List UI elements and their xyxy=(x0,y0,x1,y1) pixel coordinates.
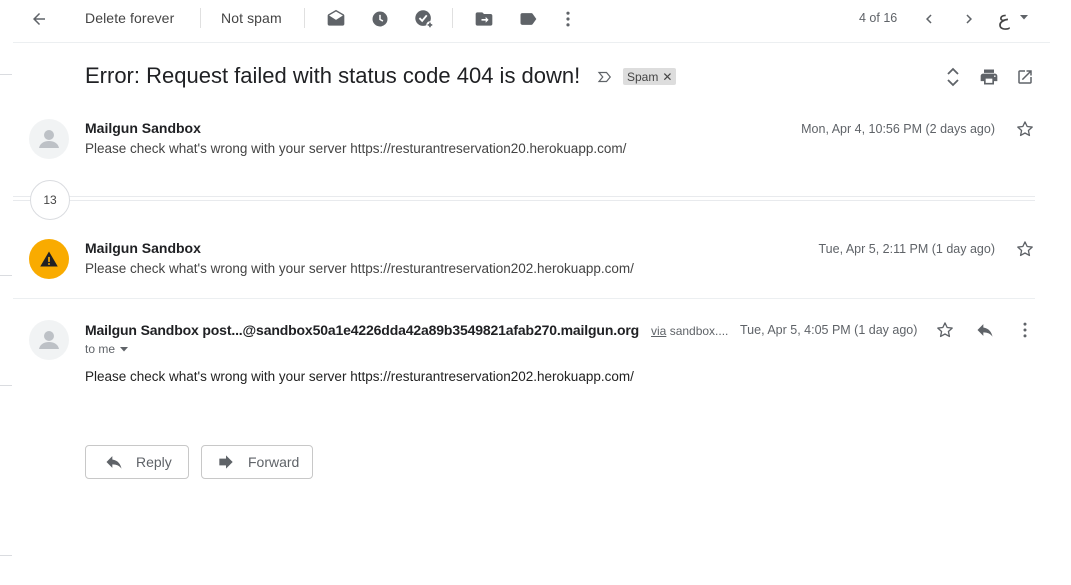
expand-all-icon[interactable] xyxy=(941,65,965,89)
back-arrow-icon[interactable] xyxy=(27,7,51,31)
forward-button-label: Forward xyxy=(248,454,300,470)
via-link[interactable]: via xyxy=(651,324,666,338)
label-icon[interactable] xyxy=(516,7,540,31)
show-details-caret-icon xyxy=(120,347,129,352)
warning-icon xyxy=(40,251,58,267)
recipient-details[interactable]: to me xyxy=(85,342,129,356)
message-snippet: Please check what's wrong with your serv… xyxy=(85,141,627,156)
snooze-clock-icon[interactable] xyxy=(368,7,392,31)
message-date: Mon, Apr 4, 10:56 PM (2 days ago) xyxy=(801,122,995,136)
reply-button-label: Reply xyxy=(136,454,172,470)
message-body: Please check what's wrong with your serv… xyxy=(85,369,634,384)
print-icon[interactable] xyxy=(977,65,1001,89)
star-icon[interactable] xyxy=(933,318,957,342)
toolbar-divider xyxy=(452,8,453,28)
recipient-text: to me xyxy=(85,342,116,356)
collapsed-messages-count[interactable]: 13 xyxy=(30,180,70,220)
more-vert-icon[interactable] xyxy=(1013,318,1037,342)
delete-forever-button[interactable]: Delete forever xyxy=(85,10,174,26)
reply-icon xyxy=(106,456,122,469)
toolbar-divider xyxy=(200,8,201,28)
message-date: Tue, Apr 5, 4:05 PM (1 day ago) xyxy=(740,323,918,337)
forward-button[interactable]: Forward xyxy=(201,445,313,479)
default-avatar-icon xyxy=(39,130,59,148)
message-divider-line xyxy=(13,298,1035,299)
forward-icon xyxy=(219,455,233,469)
add-task-icon[interactable] xyxy=(412,7,436,31)
star-icon[interactable] xyxy=(1013,117,1037,141)
message-snippet: Please check what's wrong with your serv… xyxy=(85,261,634,276)
importance-marker-icon[interactable] xyxy=(594,66,616,88)
more-vert-icon[interactable] xyxy=(556,7,580,31)
via-domain: sandbox.... xyxy=(669,324,729,338)
avatar xyxy=(29,119,69,159)
reply-icon[interactable] xyxy=(973,318,997,342)
left-edge-mark xyxy=(0,555,12,556)
reply-button[interactable]: Reply xyxy=(85,445,189,479)
warning-avatar xyxy=(29,239,69,279)
star-icon[interactable] xyxy=(1013,237,1037,261)
thread-subject: Error: Request failed with status code 4… xyxy=(85,63,581,88)
message-date: Tue, Apr 5, 2:11 PM (1 day ago) xyxy=(818,242,995,256)
mark-unread-icon[interactable] xyxy=(324,7,348,31)
default-avatar-icon xyxy=(39,331,59,349)
collapsed-divider-line xyxy=(13,196,1035,197)
chevron-right-icon[interactable] xyxy=(957,7,981,31)
collapsed-divider-line xyxy=(13,200,1035,201)
left-edge-mark xyxy=(0,385,12,386)
pagination-count: 4 of 16 xyxy=(859,11,898,25)
remove-label-icon[interactable]: ✕ xyxy=(662,70,672,84)
sender-name: Mailgun Sandbox xyxy=(85,240,201,256)
open-in-new-window-icon[interactable] xyxy=(1013,65,1037,89)
sender-name-full: Mailgun Sandbox post...@sandbox50a1e4226… xyxy=(85,322,640,338)
left-edge-mark xyxy=(0,275,12,276)
move-to-icon[interactable] xyxy=(472,7,496,31)
left-edge-mark xyxy=(0,74,12,75)
dropdown-caret-icon[interactable] xyxy=(1017,10,1031,24)
toolbar-divider xyxy=(304,8,305,28)
toolbar-divider-line xyxy=(13,42,1050,43)
chevron-left-icon[interactable] xyxy=(917,7,941,31)
via-info: via sandbox.... xyxy=(651,324,728,338)
sender-name: Mailgun Sandbox xyxy=(85,120,201,136)
spam-label-chip[interactable]: Spam ✕ xyxy=(623,68,677,85)
not-spam-button[interactable]: Not spam xyxy=(221,10,282,26)
avatar xyxy=(29,320,69,360)
spam-label-text: Spam xyxy=(627,69,659,84)
input-tools-button[interactable]: ع xyxy=(998,6,1010,31)
